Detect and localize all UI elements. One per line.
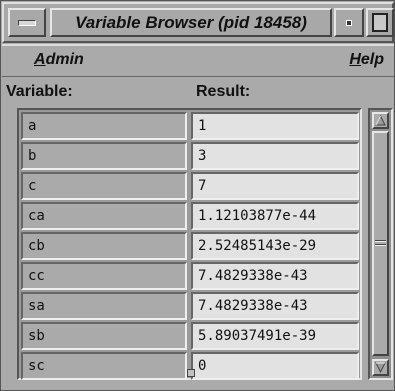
variable-cell[interactable]: cb xyxy=(21,232,187,260)
result-cell[interactable]: 3 xyxy=(191,142,359,170)
maximize-button[interactable] xyxy=(366,8,394,37)
menu-help[interactable]: Help xyxy=(349,51,384,69)
result-cell[interactable]: 1.12103877e-44 xyxy=(191,202,359,230)
table-row: b 3 xyxy=(21,142,360,171)
variable-cell[interactable]: ca xyxy=(21,202,187,230)
result-cell[interactable]: 5.89037491e-39 xyxy=(191,322,359,350)
variable-column-header: Variable: xyxy=(6,83,73,100)
result-cell[interactable]: 0 xyxy=(191,352,359,380)
variable-cell[interactable]: cc xyxy=(21,262,187,290)
table-row: cb 2.52485143e-29 xyxy=(21,232,360,261)
result-cell[interactable]: 2.52485143e-29 xyxy=(191,232,359,260)
variable-browser-window: Variable Browser (pid 18458) Admin Help … xyxy=(0,0,395,391)
vertical-scrollbar[interactable] xyxy=(368,108,393,380)
result-cell[interactable]: 7.4829338e-43 xyxy=(191,262,359,290)
column-resize-handle[interactable] xyxy=(187,369,195,377)
menu-help-label: elp xyxy=(360,51,384,68)
variable-cell[interactable]: c xyxy=(21,172,187,200)
result-cell[interactable]: 7 xyxy=(191,172,359,200)
result-cell[interactable]: 7.4829338e-43 xyxy=(191,292,359,320)
variable-cell[interactable]: sc xyxy=(21,352,187,380)
arrow-down-icon xyxy=(375,362,386,373)
menu-admin-mnemonic: A xyxy=(34,51,46,68)
variable-cell[interactable]: sa xyxy=(21,292,187,320)
menu-admin-label: dmin xyxy=(45,51,84,68)
table-row: c 7 xyxy=(21,172,360,201)
table-row: ca 1.12103877e-44 xyxy=(21,202,360,231)
table-row: sa 7.4829338e-43 xyxy=(21,292,360,321)
table-row: cc 7.4829338e-43 xyxy=(21,262,360,291)
grip-line xyxy=(375,244,386,246)
menu-help-mnemonic: H xyxy=(349,51,361,68)
minimize-icon xyxy=(346,20,352,26)
variable-cell[interactable]: b xyxy=(21,142,187,170)
scroll-up-button[interactable] xyxy=(372,112,389,129)
window-title: Variable Browser (pid 18458) xyxy=(50,8,332,37)
maximize-icon xyxy=(372,13,388,32)
scroll-down-button[interactable] xyxy=(372,359,389,376)
menu-admin[interactable]: Admin xyxy=(34,51,84,69)
grip-line xyxy=(375,240,386,242)
title-bar[interactable]: Variable Browser (pid 18458) xyxy=(2,2,394,43)
menu-bar: Admin Help xyxy=(2,44,394,77)
result-column-header: Result: xyxy=(196,83,251,100)
scroll-thumb[interactable] xyxy=(372,131,389,356)
window-menu-icon xyxy=(18,20,36,26)
variable-cell[interactable]: sb xyxy=(21,322,187,350)
column-headers: Variable: Result: xyxy=(2,78,394,106)
result-cell[interactable]: 1 xyxy=(191,112,359,140)
table-row: a 1 xyxy=(21,112,360,141)
variable-cell[interactable]: a xyxy=(21,112,187,140)
arrow-up-icon xyxy=(375,115,386,126)
table-row: sb 5.89037491e-39 xyxy=(21,322,360,351)
variable-table: a 1 b 3 c 7 ca 1.12103877e-44 cb 2.52485… xyxy=(17,108,362,380)
minimize-button[interactable] xyxy=(334,8,364,37)
window-menu-button[interactable] xyxy=(8,8,46,37)
